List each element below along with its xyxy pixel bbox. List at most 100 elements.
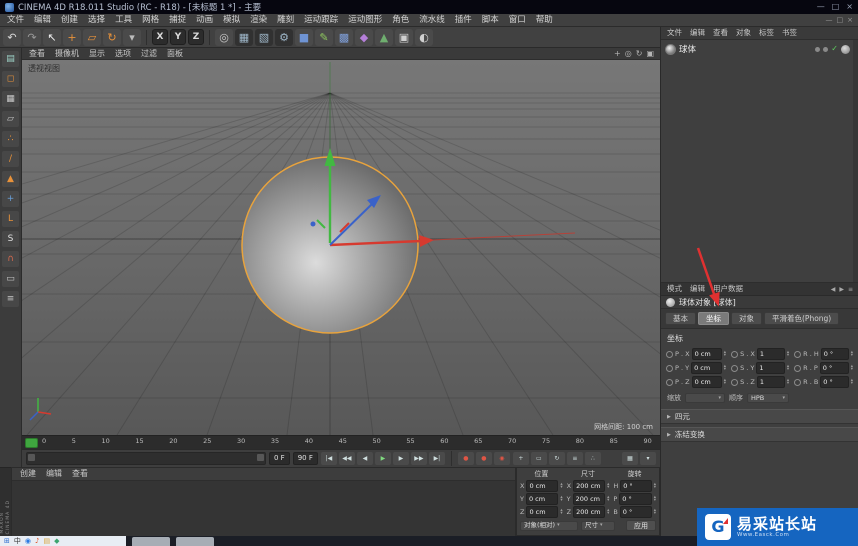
key-position-toggle[interactable]: +: [512, 452, 529, 465]
range-start-handle[interactable]: [28, 454, 35, 461]
quantize-icon[interactable]: ≡: [2, 291, 19, 307]
material-list-area[interactable]: [12, 481, 515, 536]
last-tool-icon[interactable]: ▾: [123, 28, 141, 46]
perspective-viewport[interactable]: 透视视图 网格间距: 100 cm: [22, 60, 660, 435]
om-menu-item[interactable]: 文件: [663, 27, 686, 39]
y-axis-lock-button[interactable]: Y: [170, 29, 186, 45]
field-stepper[interactable]: ▴ ▾: [607, 495, 609, 503]
menu-item[interactable]: 渲染: [245, 14, 272, 27]
solo-mode-icon[interactable]: S: [2, 231, 19, 247]
field-input[interactable]: 0 °: [619, 493, 652, 505]
field-stepper[interactable]: ▴ ▾: [787, 378, 789, 386]
rotation-order-dropdown[interactable]: HPB ▾: [747, 393, 789, 403]
timeline-playhead[interactable]: [25, 438, 38, 448]
pan-view-icon[interactable]: +: [614, 48, 621, 60]
x-axis-lock-button[interactable]: X: [152, 29, 168, 45]
menu-item[interactable]: 创建: [56, 14, 83, 27]
record-keyframe-button[interactable]: ●: [457, 452, 474, 465]
move-tool-icon[interactable]: +: [63, 28, 81, 46]
am-menu-item[interactable]: 用户数据: [709, 283, 747, 295]
anim-dot[interactable]: [794, 378, 802, 386]
material-menu-item[interactable]: 创建: [15, 468, 41, 480]
field-stepper[interactable]: ▴ ▾: [654, 508, 656, 516]
display-mode-icon[interactable]: ◐: [415, 28, 433, 46]
next-frame-button[interactable]: ▶: [392, 452, 409, 465]
polygons-mode-icon[interactable]: ▲: [2, 171, 19, 187]
scale-dropdown[interactable]: ▾: [685, 393, 725, 403]
workplane-mode-icon[interactable]: ▱: [2, 111, 19, 127]
doc-minimize-button[interactable]: —: [826, 16, 833, 24]
menu-item[interactable]: 角色: [387, 14, 414, 27]
camera-icon[interactable]: ▣: [395, 28, 413, 46]
field-input[interactable]: 200 cm: [572, 493, 606, 505]
tab-basic[interactable]: 基本: [665, 312, 696, 325]
snap-icon[interactable]: ∩: [2, 251, 19, 267]
phong-tag-icon[interactable]: [841, 44, 850, 54]
field-input[interactable]: 1: [756, 376, 785, 388]
autokey-button[interactable]: ●: [475, 452, 492, 465]
om-menu-item[interactable]: 查看: [709, 27, 732, 39]
coordinate-mode-dropdown[interactable]: 对象(相对) ▾: [520, 520, 578, 531]
tab-object[interactable]: 对象: [731, 312, 762, 325]
field-stepper[interactable]: ▴ ▾: [787, 350, 789, 358]
taskbar-tab[interactable]: [176, 537, 214, 546]
viewport-menu-item[interactable]: 面板: [162, 48, 188, 60]
field-stepper[interactable]: ▴ ▾: [724, 378, 726, 386]
anim-dot[interactable]: [666, 364, 673, 372]
key-pla-toggle[interactable]: ∴: [584, 452, 601, 465]
material-menu-item[interactable]: 编辑: [41, 468, 67, 480]
scale-tool-icon[interactable]: ▱: [83, 28, 101, 46]
keying-options-icon[interactable]: ▾: [640, 452, 656, 465]
field-stepper[interactable]: ▴ ▾: [654, 482, 656, 490]
menu-item[interactable]: 编辑: [29, 14, 56, 27]
size-mode-dropdown[interactable]: 尺寸 ▾: [581, 520, 615, 531]
start-icon[interactable]: ⊞: [4, 536, 10, 546]
render-picture-viewer-icon[interactable]: ▧: [255, 28, 273, 46]
field-stepper[interactable]: ▴ ▾: [654, 495, 656, 503]
menu-item[interactable]: 运动跟踪: [299, 14, 343, 27]
workplane-lock-icon[interactable]: ▭: [2, 271, 19, 287]
viewport-menu-item[interactable]: 摄像机: [50, 48, 84, 60]
am-menu-item[interactable]: 编辑: [686, 283, 709, 295]
deformer-icon[interactable]: ◆: [355, 28, 373, 46]
object-row-sphere[interactable]: 球体 ✓: [661, 40, 858, 58]
maximize-view-icon[interactable]: ▣: [646, 48, 654, 60]
section-quaternion[interactable]: ▶ 四元: [661, 409, 858, 424]
tab-phong[interactable]: 平滑着色(Phong): [764, 312, 840, 325]
range-end-handle[interactable]: [257, 454, 264, 461]
anim-dot[interactable]: [666, 350, 673, 358]
prev-frame-button[interactable]: ◀: [356, 452, 373, 465]
menu-item[interactable]: 插件: [450, 14, 477, 27]
key-scale-toggle[interactable]: ▭: [530, 452, 547, 465]
am-menu-icon[interactable]: ≡: [848, 286, 853, 293]
field-input[interactable]: 0 cm: [526, 506, 559, 518]
field-input[interactable]: 0 °: [619, 506, 652, 518]
music-icon[interactable]: ♪: [35, 536, 39, 546]
field-stepper[interactable]: ▴ ▾: [851, 350, 853, 358]
key-rotation-toggle[interactable]: ↻: [548, 452, 565, 465]
make-editable-icon[interactable]: ▤: [2, 51, 19, 67]
menu-item[interactable]: 脚本: [477, 14, 504, 27]
tab-coordinates[interactable]: 坐标: [698, 312, 729, 325]
om-menu-item[interactable]: 对象: [732, 27, 755, 39]
field-stepper[interactable]: ▴ ▾: [560, 482, 562, 490]
menu-item[interactable]: 窗口: [504, 14, 531, 27]
preview-range-slider[interactable]: [26, 452, 266, 465]
menu-item[interactable]: 工具: [110, 14, 137, 27]
field-stepper[interactable]: ▴ ▾: [787, 364, 789, 372]
range-start-field[interactable]: 0 F: [269, 452, 290, 465]
prev-key-button[interactable]: ◀◀: [338, 452, 355, 465]
field-stepper[interactable]: ▴ ▾: [851, 364, 853, 372]
live-selection-icon[interactable]: ↖: [43, 28, 61, 46]
section-freeze-transform[interactable]: ▶ 冻结变换: [661, 427, 858, 442]
object-manager[interactable]: 球体 ✓: [661, 40, 858, 283]
anim-dot[interactable]: [731, 364, 739, 372]
render-view-icon[interactable]: ▦: [235, 28, 253, 46]
history-back-icon[interactable]: ◀: [831, 286, 836, 293]
range-end-field[interactable]: 90 F: [292, 452, 318, 465]
next-key-button[interactable]: ▶▶: [410, 452, 427, 465]
anim-dot[interactable]: [731, 378, 739, 386]
close-button[interactable]: ×: [846, 0, 853, 14]
object-name[interactable]: 球体: [679, 43, 696, 55]
ruler-icon[interactable]: L: [2, 211, 19, 227]
